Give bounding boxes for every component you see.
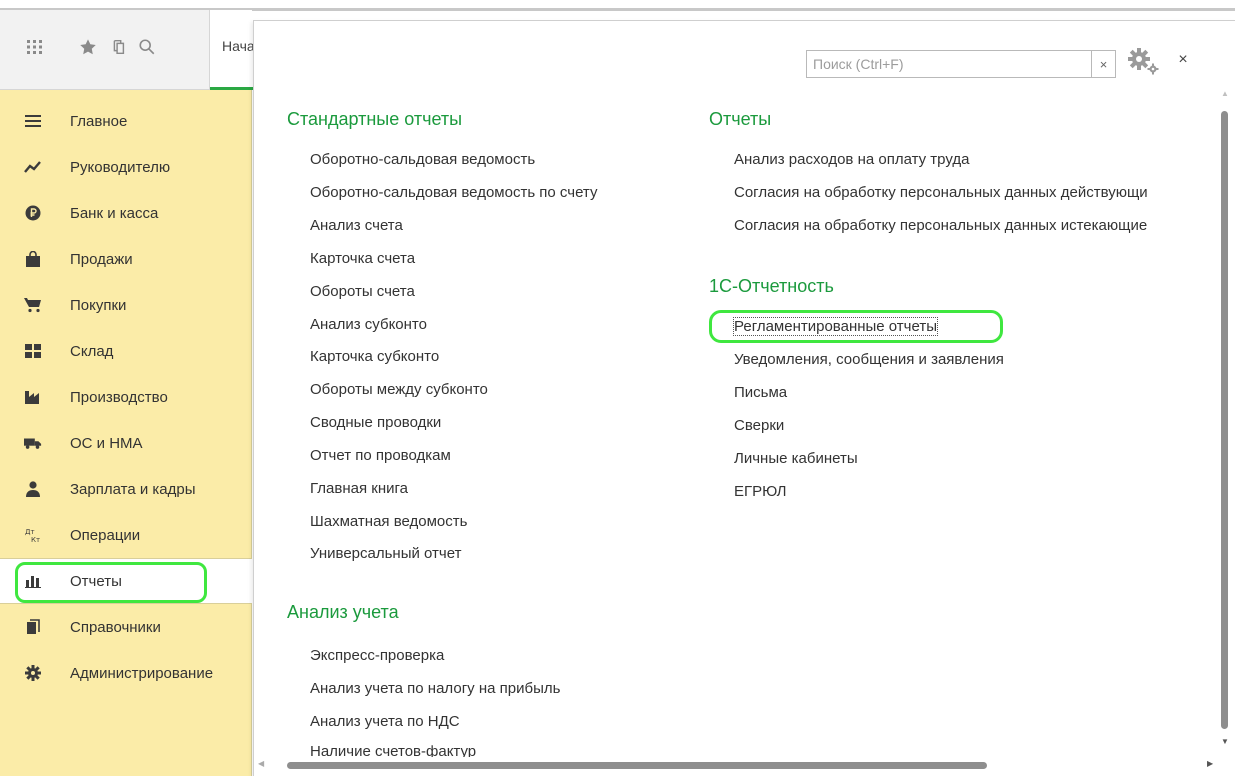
sidebar-item-production[interactable]: Производство	[0, 374, 252, 420]
trend-chart-icon	[24, 158, 42, 176]
toolbar: Начальная страница	[0, 10, 357, 90]
section-title-accounting-analysis: Анализ учета	[287, 602, 399, 622]
sidebar-item-main[interactable]: Главное	[0, 98, 252, 144]
section-title-reports: Отчеты	[709, 109, 772, 129]
report-link[interactable]: Обороты счета	[310, 283, 415, 300]
section-nav: Главное Руководителю Банк и касса Продаж…	[0, 98, 252, 696]
sidebar-item-label: Операции	[70, 526, 141, 544]
warehouse-icon	[24, 342, 42, 360]
report-link[interactable]: Уведомления, сообщения и заявления	[734, 351, 1004, 368]
vertical-scrollbar[interactable]: ▲ ▼	[1219, 81, 1231, 766]
settings-gear-icon[interactable]	[1126, 47, 1162, 77]
sidebar-item-directories[interactable]: Справочники	[0, 604, 252, 650]
report-link[interactable]: Универсальный отчет	[310, 545, 461, 562]
menu-lines-icon	[24, 112, 42, 130]
report-link[interactable]: Анализ субконто	[310, 316, 427, 333]
sidebar-item-administration[interactable]: Администрирование	[0, 650, 252, 696]
scroll-down-arrow-icon[interactable]: ▼	[1221, 737, 1229, 746]
sidebar-item-warehouse[interactable]: Склад	[0, 328, 252, 374]
sidebar-item-bank[interactable]: Банк и касса	[0, 190, 252, 236]
svg-text:Кт: Кт	[31, 536, 40, 543]
report-link[interactable]: Анализ счета	[310, 217, 403, 234]
sidebar-item-label: Главное	[70, 112, 128, 130]
report-link[interactable]: Анализ учета по налогу на прибыль	[310, 680, 560, 697]
report-link[interactable]: Личные кабинеты	[734, 450, 858, 467]
report-link-regulated-reports[interactable]: Регламентированные отчеты	[733, 317, 938, 336]
history-icon[interactable]	[107, 36, 129, 58]
sidebar-item-manager[interactable]: Руководителю	[0, 144, 252, 190]
sidebar-item-reports[interactable]: Отчеты	[0, 558, 252, 604]
report-link[interactable]: Анализ расходов на оплату труда	[734, 151, 969, 168]
reports-panel: × × Стандартные отчеты Оборотно-сальдова…	[253, 20, 1235, 776]
sidebar-item-label: Руководителю	[70, 158, 171, 176]
report-link[interactable]: Согласия на обработку персональных данны…	[734, 217, 1214, 234]
clear-search-button[interactable]: ×	[1091, 51, 1115, 77]
scroll-up-arrow-icon[interactable]: ▲	[1221, 89, 1229, 98]
sidebar-item-label: Производство	[70, 388, 168, 406]
gear-icon	[24, 664, 42, 682]
report-link[interactable]: Письма	[734, 384, 787, 401]
shopping-bag-icon	[24, 250, 42, 268]
report-link[interactable]: Оборотно-сальдовая ведомость по счету	[310, 184, 597, 201]
sidebar-item-label: Зарплата и кадры	[70, 480, 196, 498]
sidebar-item-label: Покупки	[70, 296, 127, 314]
scroll-left-arrow-icon[interactable]: ◀	[258, 759, 264, 768]
bar-chart-icon	[24, 572, 42, 590]
search-input[interactable]	[807, 51, 1093, 77]
report-link[interactable]: Главная книга	[310, 480, 408, 497]
cart-icon	[24, 296, 42, 314]
sidebar-item-label: Банк и касса	[70, 204, 159, 222]
section-title-standard-reports: Стандартные отчеты	[287, 109, 463, 129]
report-link[interactable]: Сверки	[734, 417, 784, 434]
horizontal-scrollbar[interactable]: ◀ ▶	[254, 758, 1235, 772]
person-icon	[24, 480, 42, 498]
search-icon[interactable]	[136, 36, 158, 58]
favorites-star-icon[interactable]	[77, 36, 99, 58]
sidebar-item-label: Склад	[70, 342, 114, 360]
section-title-1c-reporting: 1С-Отчетность	[709, 276, 834, 296]
sidebar-item-label: Администрирование	[70, 664, 214, 682]
report-link[interactable]: Экспресс-проверка	[310, 647, 444, 664]
svg-text:Дт: Дт	[25, 528, 35, 536]
horizontal-scroll-thumb[interactable]	[287, 762, 987, 769]
report-link[interactable]: Оборотно-сальдовая ведомость	[310, 151, 535, 168]
tab-start-page[interactable]: Начальная страница	[209, 10, 357, 90]
active-tab-underline	[210, 87, 253, 90]
scroll-right-arrow-icon[interactable]: ▶	[1207, 759, 1213, 768]
vertical-scroll-thumb[interactable]	[1221, 111, 1228, 729]
window-top-strip	[0, 0, 1235, 11]
report-link[interactable]: Согласия на обработку персональных данны…	[734, 184, 1214, 201]
report-link[interactable]: Карточка субконто	[310, 348, 439, 365]
ruble-coin-icon	[24, 204, 42, 222]
truck-icon	[24, 434, 42, 452]
search-box: ×	[806, 50, 1116, 78]
sidebar-item-label: ОС и НМА	[70, 434, 143, 452]
sidebar-item-label: Отчеты	[70, 572, 122, 590]
report-link[interactable]: Наличие счетов-фактур	[310, 743, 476, 757]
report-link[interactable]: Шахматная ведомость	[310, 513, 467, 530]
report-link[interactable]: Карточка счета	[310, 250, 415, 267]
sections-sidebar: Начальная страница Главное Руководителю …	[0, 10, 357, 776]
close-icon[interactable]: ×	[1174, 51, 1192, 69]
report-link[interactable]: Отчет по проводкам	[310, 447, 451, 464]
report-link[interactable]: Анализ учета по НДС	[310, 713, 460, 730]
sidebar-item-sales[interactable]: Продажи	[0, 236, 252, 282]
report-link[interactable]: ЕГРЮЛ	[734, 483, 786, 500]
books-icon	[24, 618, 42, 636]
factory-icon	[24, 388, 42, 406]
report-link[interactable]: Обороты между субконто	[310, 381, 488, 398]
sidebar-item-payroll[interactable]: Зарплата и кадры	[0, 466, 252, 512]
apps-grid-icon[interactable]	[24, 36, 46, 58]
sidebar-item-fixed-assets[interactable]: ОС и НМА	[0, 420, 252, 466]
sidebar-item-purchases[interactable]: Покупки	[0, 282, 252, 328]
debit-credit-icon: Дт Кт	[24, 526, 42, 544]
sidebar-item-label: Продажи	[70, 250, 133, 268]
sidebar-item-operations[interactable]: Дт Кт Операции	[0, 512, 252, 558]
sidebar-item-label: Справочники	[70, 618, 161, 636]
report-link[interactable]: Сводные проводки	[310, 414, 441, 431]
